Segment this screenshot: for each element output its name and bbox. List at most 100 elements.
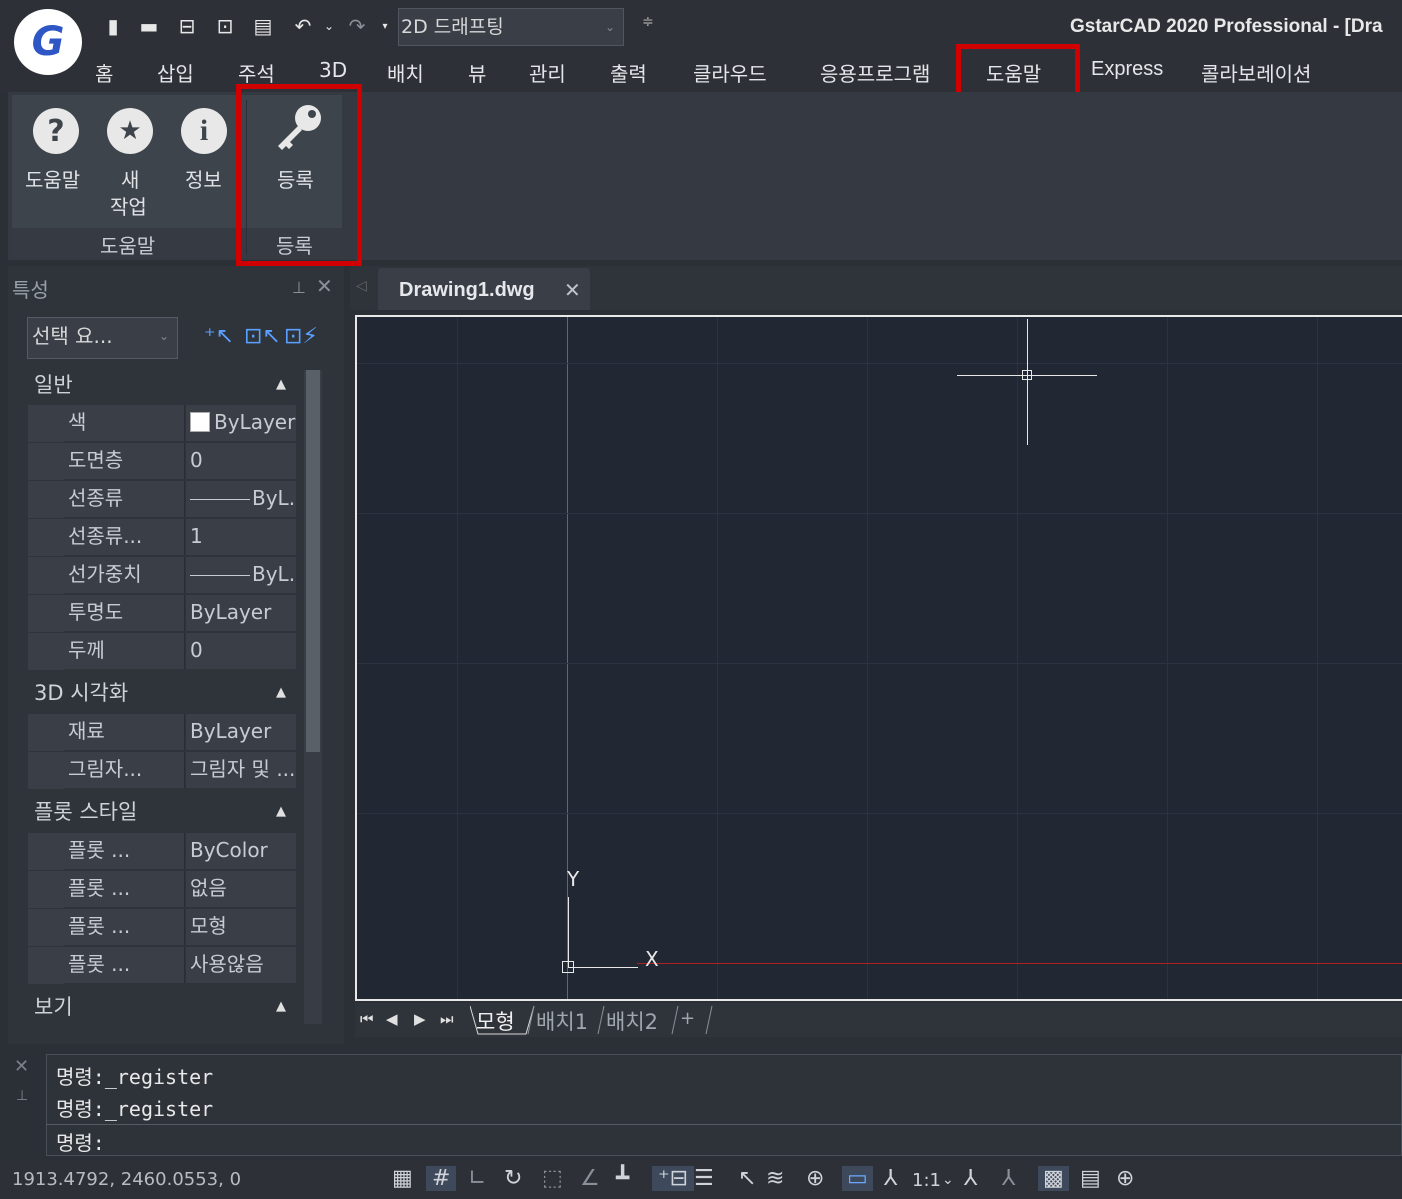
- prop-value[interactable]: 0: [186, 633, 296, 669]
- first-tab-icon[interactable]: ⏮: [360, 1010, 374, 1028]
- customize-quick-access-icon[interactable]: ≑: [642, 14, 654, 30]
- annotation-scale-icon[interactable]: ⅄: [884, 1166, 897, 1191]
- tab-scroll-left-icon[interactable]: ◁: [356, 278, 367, 294]
- model-space-icon[interactable]: ▭: [842, 1166, 873, 1191]
- zoom-icon[interactable]: ⊕: [806, 1166, 824, 1191]
- object-snap-tracking-icon[interactable]: ∠: [580, 1166, 600, 1191]
- close-icon[interactable]: ✕: [316, 274, 333, 298]
- menu-output[interactable]: 출력: [610, 58, 647, 87]
- hardware-acceleration-icon[interactable]: ▩: [1038, 1166, 1069, 1191]
- info-button-label[interactable]: 정보: [185, 164, 222, 193]
- prop-value[interactable]: 없음: [186, 871, 296, 907]
- collapse-icon[interactable]: ▲: [276, 991, 286, 1023]
- menu-insert[interactable]: 삽입: [157, 58, 194, 87]
- prop-value[interactable]: ByL...: [186, 481, 296, 517]
- pin-icon[interactable]: ⊥: [292, 278, 306, 297]
- ortho-icon[interactable]: ∟: [468, 1166, 486, 1191]
- app-logo[interactable]: G: [14, 9, 82, 75]
- snap-grid-icon[interactable]: ▦: [392, 1166, 413, 1191]
- menu-cloud[interactable]: 클라우드: [693, 58, 767, 87]
- last-tab-icon[interactable]: ⏭: [440, 1010, 454, 1028]
- menu-view[interactable]: 뷰: [468, 58, 486, 87]
- collapse-icon[interactable]: ▲: [276, 796, 286, 828]
- menu-manage[interactable]: 관리: [529, 58, 566, 87]
- annotation-scale-value[interactable]: 1:1: [912, 1170, 941, 1191]
- prop-value[interactable]: 사용않음: [186, 947, 296, 983]
- prop-row-plot-table-type[interactable]: 플롯 ... 사용않음: [28, 947, 296, 984]
- redo-icon[interactable]: ↷: [344, 13, 370, 39]
- new-features-label-2[interactable]: 작업: [110, 191, 147, 220]
- prop-row-transparency[interactable]: 투명도 ByLayer: [28, 595, 296, 632]
- info-icon[interactable]: i: [181, 108, 227, 154]
- prop-row-lineweight[interactable]: 선가중치 ByL...: [28, 557, 296, 594]
- open-folder-icon[interactable]: ▬: [136, 13, 162, 39]
- properties-icon[interactable]: ▤: [1080, 1166, 1101, 1191]
- auto-scale-icon[interactable]: ⅄: [1002, 1166, 1015, 1191]
- menu-home[interactable]: 홈: [95, 58, 113, 87]
- prop-value[interactable]: 1: [186, 519, 296, 555]
- select-objects-icon[interactable]: ⊡↖: [244, 324, 281, 349]
- menu-collaboration[interactable]: 콜라보레이션: [1201, 58, 1311, 87]
- prop-value[interactable]: ByLayer: [186, 714, 296, 750]
- prop-row-material[interactable]: 재료 ByLayer: [28, 714, 296, 751]
- section-view[interactable]: 보기 ▲: [28, 991, 298, 1025]
- clean-screen-icon[interactable]: ⊕: [1116, 1166, 1134, 1191]
- section-plot-style[interactable]: 플롯 스타일 ▲: [28, 796, 298, 830]
- isometric-icon[interactable]: ⬚: [542, 1166, 563, 1191]
- undo-dropdown-icon[interactable]: ⌄: [316, 13, 342, 39]
- prop-row-layer[interactable]: 도면층 0: [28, 443, 296, 480]
- lineweight-icon[interactable]: ☰: [694, 1166, 714, 1191]
- chevron-down-icon[interactable]: ⌄: [942, 1172, 954, 1188]
- help-button-label[interactable]: 도움말: [25, 164, 80, 193]
- redo-dropdown-icon[interactable]: ▾: [372, 13, 398, 39]
- menu-annotate[interactable]: 주석: [238, 58, 275, 87]
- command-input[interactable]: 명령:: [56, 1127, 105, 1156]
- close-icon[interactable]: ✕: [14, 1056, 29, 1077]
- polar-tracking-icon[interactable]: ↻: [504, 1166, 522, 1191]
- selection-cycling-icon[interactable]: ↖: [738, 1166, 756, 1191]
- prop-value[interactable]: 모형: [186, 909, 296, 945]
- workspace-select[interactable]: 2D 드래프팅 ⌄: [398, 8, 624, 46]
- prop-row-plot-style[interactable]: 플롯 ... ByColor: [28, 833, 296, 870]
- quick-select-icon[interactable]: ⊡⚡: [284, 324, 318, 349]
- menu-3d[interactable]: 3D: [319, 58, 347, 82]
- dynamic-input-icon[interactable]: ⁺⊟: [652, 1166, 695, 1191]
- prop-row-plot-style-table[interactable]: 플롯 ... 없음: [28, 871, 296, 908]
- section-3d-visualization[interactable]: 3D 시각화 ▲: [28, 677, 298, 711]
- prop-value[interactable]: 0: [186, 443, 296, 479]
- collapse-icon[interactable]: ▲: [276, 677, 286, 709]
- grid-icon[interactable]: #: [426, 1166, 457, 1191]
- star-icon[interactable]: ★: [107, 108, 153, 154]
- save-icon[interactable]: ⊟: [174, 13, 200, 39]
- help-icon[interactable]: ?: [33, 108, 79, 154]
- layer-icon[interactable]: ≋: [766, 1166, 784, 1191]
- menu-apps[interactable]: 응용프로그램: [820, 58, 930, 87]
- annotation-visibility-icon[interactable]: ⅄: [964, 1166, 977, 1191]
- menu-express[interactable]: Express: [1091, 58, 1163, 81]
- prop-value[interactable]: ByLayer: [186, 595, 296, 631]
- prop-value[interactable]: 그림자 및 ...: [186, 752, 296, 788]
- section-general[interactable]: 일반 ▲: [28, 369, 298, 403]
- prop-value[interactable]: ByL...: [186, 557, 296, 593]
- prop-row-linetype-scale[interactable]: 선종류... 1: [28, 519, 296, 556]
- next-tab-icon[interactable]: ▶: [414, 1010, 426, 1028]
- close-tab-icon[interactable]: ✕: [564, 278, 581, 302]
- prop-row-linetype[interactable]: 선종류 ByL...: [28, 481, 296, 518]
- object-snap-icon[interactable]: ┻: [616, 1166, 629, 1191]
- prop-value[interactable]: ByLayer: [186, 405, 296, 441]
- prop-row-shadow[interactable]: 그림자... 그림자 및 ...: [28, 752, 296, 789]
- prev-tab-icon[interactable]: ◀: [386, 1010, 398, 1028]
- coordinates-readout[interactable]: 1913.4792, 2460.0553, 0: [12, 1169, 241, 1190]
- pin-icon[interactable]: ⊥: [16, 1088, 28, 1104]
- print-icon[interactable]: ▤: [250, 13, 276, 39]
- prop-value[interactable]: ByColor: [186, 833, 296, 869]
- prop-row-color[interactable]: 색 ByLayer: [28, 405, 296, 442]
- scrollbar-thumb[interactable]: [306, 370, 320, 752]
- save-as-icon[interactable]: ⊡: [212, 13, 238, 39]
- drawing-canvas[interactable]: Y X: [355, 315, 1402, 1001]
- document-tab-label[interactable]: Drawing1.dwg: [399, 279, 535, 302]
- prop-row-thickness[interactable]: 두께 0: [28, 633, 296, 670]
- pickadd-icon[interactable]: ⁺↖: [204, 324, 234, 349]
- prop-row-plot-table-attached[interactable]: 플롯 ... 모형: [28, 909, 296, 946]
- undo-icon[interactable]: ↶: [290, 13, 316, 39]
